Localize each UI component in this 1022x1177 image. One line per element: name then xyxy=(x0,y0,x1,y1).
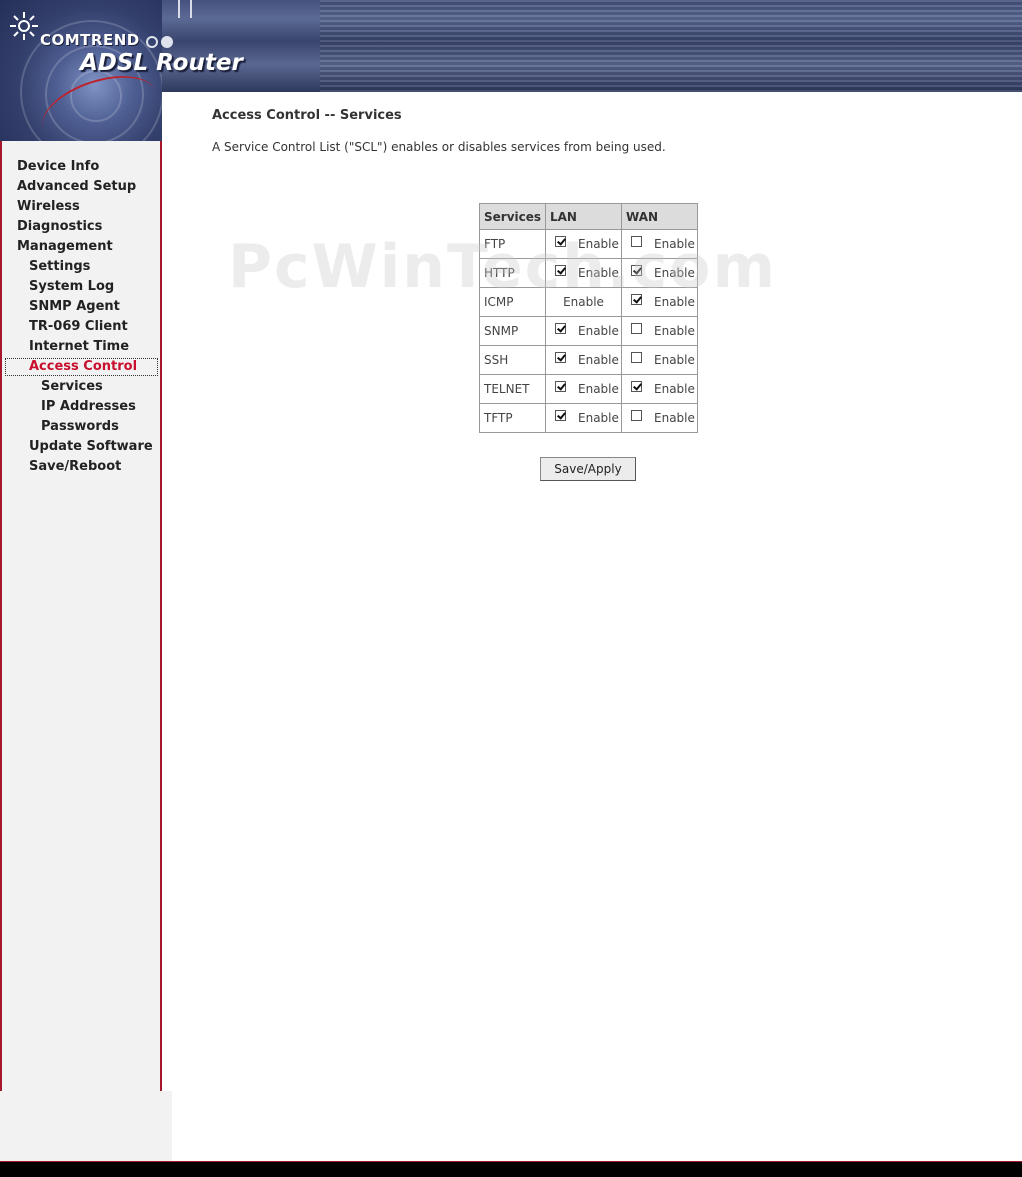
wan-enable-checkbox[interactable] xyxy=(631,351,642,363)
service-name: SSH xyxy=(479,345,546,375)
service-name: TFTP xyxy=(479,403,546,433)
lan-enable-checkbox[interactable] xyxy=(555,235,566,247)
sidebar-item-advanced-setup[interactable]: Advanced Setup xyxy=(2,177,160,197)
table-row: TFTP Enable Enable xyxy=(479,403,698,433)
enable-label: Enable xyxy=(654,266,695,281)
wan-cell: Enable xyxy=(621,316,698,346)
service-name: SNMP xyxy=(479,316,546,346)
bottom-bar xyxy=(0,1161,1022,1177)
enable-label: Enable xyxy=(578,324,619,339)
sidebar-item-services[interactable]: Services xyxy=(2,377,160,397)
lan-enable-checkbox[interactable] xyxy=(555,409,566,421)
table-row: TELNET Enable Enable xyxy=(479,374,698,404)
wan-cell: Enable xyxy=(621,287,698,317)
brand-name: COMTREND xyxy=(40,31,140,49)
enable-label: Enable xyxy=(654,324,695,339)
service-name: FTP xyxy=(479,229,546,259)
enable-label: Enable xyxy=(654,295,695,310)
wan-enable-checkbox[interactable] xyxy=(631,293,642,305)
table-row: FTP Enable Enable xyxy=(479,229,698,259)
lan-enable-checkbox[interactable] xyxy=(555,380,566,392)
wan-enable-checkbox[interactable] xyxy=(631,409,642,421)
sidebar-item-access-control[interactable]: Access Control xyxy=(5,358,158,376)
save-apply-button[interactable]: Save/Apply xyxy=(540,457,636,481)
wan-enable-checkbox[interactable] xyxy=(631,322,642,334)
enable-label: Enable xyxy=(578,411,619,426)
wan-cell: Enable xyxy=(621,258,698,288)
sidebar: Device Info Advanced Setup Wireless Diagnos… xyxy=(2,141,162,1091)
sidebar-item-wireless[interactable]: Wireless xyxy=(2,197,160,217)
table-row: HTTP Enable Enable xyxy=(479,258,698,288)
page-title: Access Control -- Services xyxy=(212,108,402,123)
wan-cell: Enable xyxy=(621,403,698,433)
enable-label: Enable xyxy=(578,237,619,252)
col-header-wan: WAN xyxy=(621,203,698,230)
wan-cell: Enable xyxy=(621,374,698,404)
sidebar-nav: Device Info Advanced Setup Wireless Diagnos… xyxy=(2,157,160,477)
sidebar-item-device-info[interactable]: Device Info xyxy=(2,157,160,177)
col-header-lan: LAN xyxy=(545,203,622,230)
sidebar-item-snmp-agent[interactable]: SNMP Agent xyxy=(2,297,160,317)
service-name: HTTP xyxy=(479,258,546,288)
sidebar-item-ip-addresses[interactable]: IP Addresses xyxy=(2,397,160,417)
service-name: ICMP xyxy=(479,287,546,317)
wan-enable-checkbox[interactable] xyxy=(631,264,642,276)
wan-cell: Enable xyxy=(621,229,698,259)
lan-cell: Enable xyxy=(545,258,622,288)
col-header-services: Services xyxy=(479,203,546,230)
lan-cell: Enable xyxy=(545,374,622,404)
wan-cell: Enable xyxy=(621,345,698,375)
lan-cell: Enable xyxy=(545,316,622,346)
wan-enable-checkbox[interactable] xyxy=(631,235,642,247)
sidebar-item-internet-time[interactable]: Internet Time xyxy=(2,337,160,357)
service-name: TELNET xyxy=(479,374,546,404)
sidebar-footer xyxy=(0,1091,172,1161)
table-header-row: Services LAN WAN xyxy=(479,203,698,230)
lan-cell: Enable xyxy=(545,403,622,433)
enable-label: Enable xyxy=(654,237,695,252)
table-row: SNMP Enable Enable xyxy=(479,316,698,346)
product-name: ADSL Router xyxy=(80,50,243,76)
enable-label: Enable xyxy=(578,353,619,368)
sidebar-item-update-software[interactable]: Update Software xyxy=(2,437,160,457)
sidebar-item-system-log[interactable]: System Log xyxy=(2,277,160,297)
sun-burst-icon xyxy=(10,12,38,40)
sidebar-item-tr-069-client[interactable]: TR-069 Client xyxy=(2,317,160,337)
sidebar-item-settings[interactable]: Settings xyxy=(2,257,160,277)
table-body: FTP Enable Enable HTTP Enable Enable ICMP Enabl… xyxy=(479,229,698,433)
banner-stripes xyxy=(320,0,1022,92)
enable-label: Enable xyxy=(578,266,619,281)
banner-lines xyxy=(178,0,192,18)
table-row: SSH Enable Enable xyxy=(479,345,698,375)
service-control-table: Services LAN WAN FTP Enable Enable HTTP Enab… xyxy=(479,203,698,433)
lan-enable-checkbox[interactable] xyxy=(555,322,566,334)
enable-label: Enable xyxy=(654,411,695,426)
sidebar-item-management[interactable]: Management xyxy=(2,237,160,257)
sidebar-item-diagnostics[interactable]: Diagnostics xyxy=(2,217,160,237)
enable-label: Enable xyxy=(654,353,695,368)
sidebar-item-passwords[interactable]: Passwords xyxy=(2,417,160,437)
lan-enable-checkbox[interactable] xyxy=(555,264,566,276)
wan-enable-checkbox[interactable] xyxy=(631,380,642,392)
page-description: A Service Control List ("SCL") enables o… xyxy=(212,140,666,154)
lan-cell: Enable xyxy=(545,287,622,317)
lan-cell: Enable xyxy=(545,345,622,375)
sidebar-item-save-reboot[interactable]: Save/Reboot xyxy=(2,457,160,477)
lan-cell: Enable xyxy=(545,229,622,259)
table-row: ICMP Enable Enable xyxy=(479,287,698,317)
lan-enable-checkbox[interactable] xyxy=(555,351,566,363)
enable-label: Enable xyxy=(578,382,619,397)
enable-label: Enable xyxy=(654,382,695,397)
